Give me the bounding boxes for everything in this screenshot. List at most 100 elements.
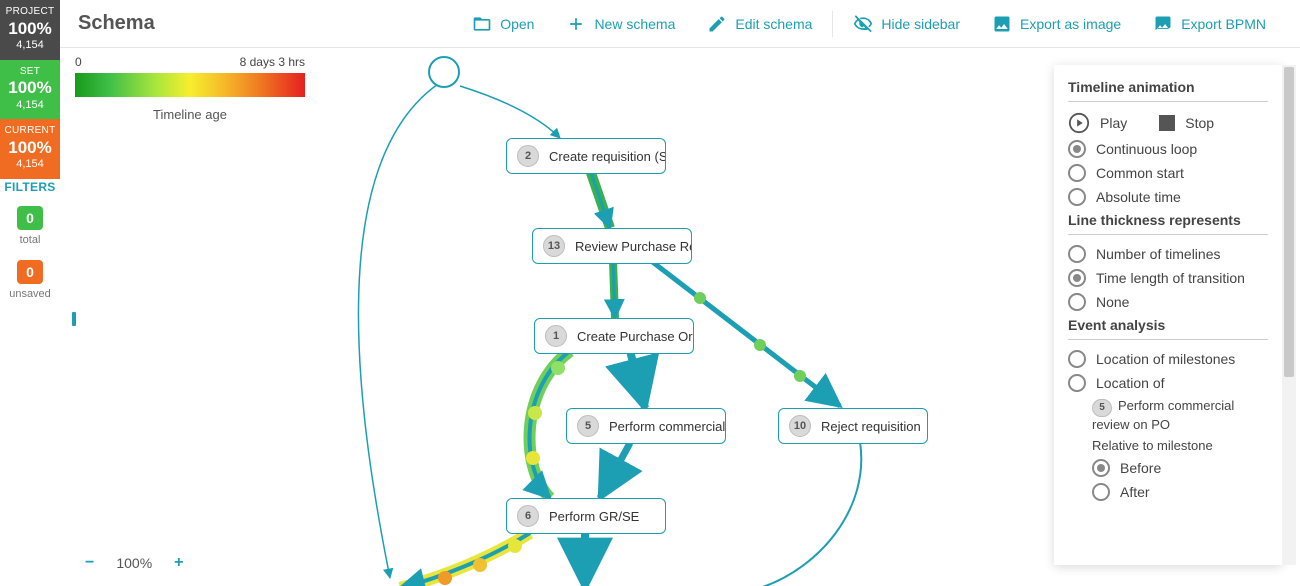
node-reject-requisition[interactable]: 10 Reject requisition bbox=[778, 408, 928, 444]
export-bpmn-button[interactable]: Export BPMN bbox=[1153, 14, 1266, 34]
toolbar-separator bbox=[832, 11, 833, 37]
zoom-in-button[interactable]: + bbox=[174, 554, 183, 572]
node-create-requisition[interactable]: 2 Create requisition (SC) bbox=[506, 138, 666, 174]
event-text: Perform commercial review on PO bbox=[1092, 398, 1234, 432]
plus-icon bbox=[566, 14, 586, 34]
radio-icon bbox=[1068, 164, 1086, 182]
metric-set-pct: 100% bbox=[0, 78, 60, 98]
hide-sidebar-label: Hide sidebar bbox=[881, 16, 960, 32]
zoom-value: 100% bbox=[116, 555, 152, 571]
toolbar: Schema Open New schema Edit schema Hide … bbox=[60, 0, 1300, 48]
radio-icon bbox=[1092, 459, 1110, 477]
image-icon bbox=[992, 14, 1012, 34]
metric-set-title: SET bbox=[0, 66, 60, 78]
hide-sidebar-button[interactable]: Hide sidebar bbox=[853, 14, 960, 34]
event-sub: 5Perform commercial review on PO Relativ… bbox=[1092, 398, 1268, 501]
radio-label: Time length of transition bbox=[1096, 270, 1245, 286]
panel-scrollbar[interactable] bbox=[1282, 65, 1296, 565]
node-label: Perform commercial ... bbox=[609, 419, 726, 434]
radio-icon bbox=[1068, 293, 1086, 311]
new-schema-label: New schema bbox=[594, 16, 675, 32]
metric-current-pct: 100% bbox=[0, 138, 60, 158]
open-button[interactable]: Open bbox=[472, 14, 534, 34]
thickness-heading: Line thickness represents bbox=[1068, 212, 1268, 235]
scrollbar-thumb[interactable] bbox=[1284, 67, 1294, 377]
node-badge: 13 bbox=[543, 235, 565, 257]
metric-project-title: PROJECT bbox=[0, 6, 60, 18]
metric-set-count: 4,154 bbox=[0, 99, 60, 112]
settings-panel: Timeline animation Play Stop Continuous … bbox=[1054, 65, 1282, 565]
timeline-heading: Timeline animation bbox=[1068, 79, 1268, 102]
node-perform-grse[interactable]: 6 Perform GR/SE bbox=[506, 498, 666, 534]
event-pill: 5 bbox=[1092, 399, 1112, 417]
eye-off-icon bbox=[853, 14, 873, 34]
radio-icon bbox=[1068, 374, 1086, 392]
radio-icon bbox=[1068, 350, 1086, 368]
radio-thickness-none[interactable]: None bbox=[1068, 293, 1268, 311]
radio-label: None bbox=[1096, 294, 1129, 310]
metric-current[interactable]: CURRENT 100% 4,154 bbox=[0, 119, 60, 179]
radio-label: Number of timelines bbox=[1096, 246, 1221, 262]
radio-absolute-time[interactable]: Absolute time bbox=[1068, 188, 1268, 206]
play-icon[interactable] bbox=[1068, 112, 1090, 134]
metric-project[interactable]: PROJECT 100% 4,154 bbox=[0, 0, 60, 60]
stop-label: Stop bbox=[1185, 115, 1214, 131]
stop-icon[interactable] bbox=[1159, 115, 1175, 131]
node-review-purchase[interactable]: 13 Review Purchase Re... bbox=[532, 228, 692, 264]
node-badge: 2 bbox=[517, 145, 539, 167]
node-label: Perform GR/SE bbox=[549, 509, 639, 524]
node-label: Review Purchase Re... bbox=[575, 239, 692, 254]
radio-location-milestones[interactable]: Location of milestones bbox=[1068, 350, 1268, 368]
node-badge: 1 bbox=[545, 325, 567, 347]
edit-schema-label: Edit schema bbox=[735, 16, 812, 32]
radio-location-of[interactable]: Location of bbox=[1068, 374, 1268, 392]
radio-label: After bbox=[1120, 484, 1150, 500]
zoom-controls: − 100% + bbox=[85, 554, 184, 572]
radio-icon bbox=[1068, 245, 1086, 263]
filters-total-chip[interactable]: 0 bbox=[17, 206, 43, 230]
metric-set[interactable]: SET 100% 4,154 bbox=[0, 60, 60, 120]
metric-current-title: CURRENT bbox=[0, 125, 60, 137]
radio-before[interactable]: Before bbox=[1092, 459, 1268, 477]
radio-label: Absolute time bbox=[1096, 189, 1181, 205]
radio-common-start[interactable]: Common start bbox=[1068, 164, 1268, 182]
radio-label: Before bbox=[1120, 460, 1161, 476]
node-label: Reject requisition bbox=[821, 419, 921, 434]
start-event[interactable] bbox=[428, 56, 460, 88]
metric-current-count: 4,154 bbox=[0, 158, 60, 171]
radio-label: Location of bbox=[1096, 375, 1165, 391]
radio-after[interactable]: After bbox=[1092, 483, 1268, 501]
node-badge: 10 bbox=[789, 415, 811, 437]
pencil-icon bbox=[707, 14, 727, 34]
metric-project-count: 4,154 bbox=[0, 39, 60, 52]
event-heading: Event analysis bbox=[1068, 317, 1268, 340]
radio-label: Common start bbox=[1096, 165, 1184, 181]
radio-icon bbox=[1068, 140, 1086, 158]
export-image-label: Export as image bbox=[1020, 16, 1121, 32]
filters-panel: FILTERS 0 total 0 unsaved bbox=[0, 180, 60, 314]
filters-total-label: total bbox=[0, 234, 60, 246]
metric-project-pct: 100% bbox=[0, 19, 60, 39]
radio-label: Continuous loop bbox=[1096, 141, 1197, 157]
export-image-button[interactable]: Export as image bbox=[992, 14, 1121, 34]
radio-icon bbox=[1068, 188, 1086, 206]
node-create-po[interactable]: 1 Create Purchase Order bbox=[534, 318, 694, 354]
new-schema-button[interactable]: New schema bbox=[566, 14, 675, 34]
filters-header: FILTERS bbox=[0, 180, 60, 194]
image-icon bbox=[1153, 14, 1173, 34]
node-badge: 6 bbox=[517, 505, 539, 527]
edit-schema-button[interactable]: Edit schema bbox=[707, 14, 812, 34]
radio-continuous-loop[interactable]: Continuous loop bbox=[1068, 140, 1268, 158]
radio-icon bbox=[1068, 269, 1086, 287]
node-perform-commercial[interactable]: 5 Perform commercial ... bbox=[566, 408, 726, 444]
folder-icon bbox=[472, 14, 492, 34]
relative-label: Relative to milestone bbox=[1092, 438, 1268, 453]
filters-unsaved-chip[interactable]: 0 bbox=[17, 260, 43, 284]
open-label: Open bbox=[500, 16, 534, 32]
radio-thickness-number[interactable]: Number of timelines bbox=[1068, 245, 1268, 263]
zoom-out-button[interactable]: − bbox=[85, 554, 94, 572]
radio-thickness-time[interactable]: Time length of transition bbox=[1068, 269, 1268, 287]
radio-icon bbox=[1092, 483, 1110, 501]
export-bpmn-label: Export BPMN bbox=[1181, 16, 1266, 32]
node-label: Create Purchase Order bbox=[577, 329, 694, 344]
